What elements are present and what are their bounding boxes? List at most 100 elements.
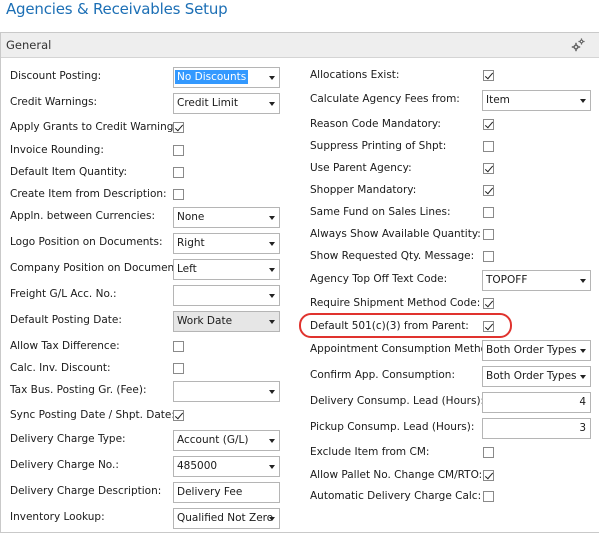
same-fund-on-sales-lines-checkbox[interactable] bbox=[483, 207, 494, 218]
discount-posting-label: Discount Posting: bbox=[10, 70, 102, 82]
fasttab-title: General bbox=[6, 38, 52, 52]
suppress-printing-of-shpt-checkbox[interactable] bbox=[483, 141, 494, 152]
exclude-item-from-cm-checkbox[interactable] bbox=[483, 447, 494, 458]
calc-inv-discount-checkbox[interactable] bbox=[173, 363, 184, 374]
chevron-down-icon[interactable] bbox=[269, 242, 275, 246]
chevron-down-icon[interactable] bbox=[269, 216, 275, 220]
confirm-app-consumption-value: Both Order Types bbox=[486, 370, 577, 382]
logo-position-on-documents-value: Right bbox=[177, 237, 205, 249]
calc-inv-discount-label: Calc. Inv. Discount: bbox=[10, 362, 111, 374]
calculate-agency-fees-from-select[interactable]: Item bbox=[482, 90, 591, 111]
logo-position-on-documents-select[interactable]: Right bbox=[173, 233, 280, 254]
always-show-available-quantity-label: Always Show Available Quantity: bbox=[310, 228, 481, 240]
gear-icon[interactable] bbox=[571, 38, 585, 52]
fasttab-header[interactable]: General bbox=[1, 33, 599, 58]
reason-code-mandatory-checkbox[interactable] bbox=[483, 119, 494, 130]
chevron-down-icon[interactable] bbox=[580, 99, 586, 103]
use-parent-agency-label: Use Parent Agency: bbox=[310, 162, 412, 174]
inventory-lookup-value: Qualified Not Zero bbox=[177, 512, 274, 524]
discount-posting-select[interactable]: No Discounts bbox=[173, 67, 280, 88]
show-requested-qty-message-label: Show Requested Qty. Message: bbox=[310, 250, 475, 262]
delivery-charge-description-label: Delivery Charge Description: bbox=[10, 485, 162, 497]
allow-pallet-no-change-cm-rto-checkbox[interactable] bbox=[483, 470, 494, 481]
default-posting-date-label: Default Posting Date: bbox=[10, 314, 122, 326]
allow-tax-difference-label: Allow Tax Difference: bbox=[10, 340, 120, 352]
chevron-down-icon[interactable] bbox=[269, 76, 275, 80]
delivery-charge-no-select[interactable]: 485000 bbox=[173, 456, 280, 477]
appln-between-currencies-value: None bbox=[177, 211, 205, 223]
delivery-consump-lead-hours-input[interactable]: 4 bbox=[482, 392, 591, 413]
inventory-lookup-select[interactable]: Qualified Not Zero bbox=[173, 508, 280, 529]
chevron-down-icon[interactable] bbox=[269, 320, 275, 324]
require-shipment-method-code-checkbox[interactable] bbox=[483, 298, 494, 309]
appointment-consumption-method-value: Both Order Types bbox=[486, 344, 577, 356]
credit-warnings-select[interactable]: Credit Limit bbox=[173, 93, 280, 114]
invoice-rounding-label: Invoice Rounding: bbox=[10, 144, 104, 156]
chevron-down-icon[interactable] bbox=[269, 465, 275, 469]
logo-position-on-documents-label: Logo Position on Documents: bbox=[10, 236, 163, 248]
pickup-consump-lead-hours-input[interactable]: 3 bbox=[482, 418, 591, 439]
default-posting-date-select[interactable]: Work Date bbox=[173, 311, 280, 332]
chevron-down-icon[interactable] bbox=[269, 294, 275, 298]
pickup-consump-lead-hours-label: Pickup Consump. Lead (Hours): bbox=[310, 421, 475, 433]
chevron-down-icon[interactable] bbox=[269, 439, 275, 443]
tax-bus-posting-gr-fee-label: Tax Bus. Posting Gr. (Fee): bbox=[10, 384, 147, 396]
sync-posting-date-shpt-date-checkbox[interactable] bbox=[173, 410, 184, 421]
company-position-on-documents-select[interactable]: Left bbox=[173, 259, 280, 280]
same-fund-on-sales-lines-label: Same Fund on Sales Lines: bbox=[310, 206, 451, 218]
apply-grants-to-credit-warning-label: Apply Grants to Credit Warning: bbox=[10, 121, 177, 133]
chevron-down-icon[interactable] bbox=[580, 279, 586, 283]
chevron-down-icon[interactable] bbox=[580, 375, 586, 379]
chevron-down-icon[interactable] bbox=[580, 349, 586, 353]
appln-between-currencies-select[interactable]: None bbox=[173, 207, 280, 228]
default-item-quantity-label: Default Item Quantity: bbox=[10, 166, 128, 178]
sync-posting-date-shpt-date-label: Sync Posting Date / Shpt. Date: bbox=[10, 409, 175, 421]
always-show-available-quantity-checkbox[interactable] bbox=[483, 229, 494, 240]
tax-bus-posting-gr-fee-select[interactable] bbox=[173, 381, 280, 402]
appointment-consumption-method-label: Appointment Consumption Method: bbox=[310, 343, 498, 355]
delivery-charge-type-select[interactable]: Account (G/L) bbox=[173, 430, 280, 451]
agency-top-off-text-code-value: TOPOFF bbox=[486, 274, 528, 286]
page-title: Agencies & Receivables Setup bbox=[6, 0, 228, 18]
appln-between-currencies-label: Appln. between Currencies: bbox=[10, 210, 155, 222]
highlight-oval bbox=[299, 313, 512, 338]
default-item-quantity-checkbox[interactable] bbox=[173, 167, 184, 178]
calculate-agency-fees-from-value: Item bbox=[486, 94, 510, 106]
chevron-down-icon[interactable] bbox=[269, 517, 275, 521]
invoice-rounding-checkbox[interactable] bbox=[173, 145, 184, 156]
delivery-charge-type-value: Account (G/L) bbox=[177, 434, 249, 446]
delivery-charge-description-value: Delivery Fee bbox=[177, 486, 243, 498]
allocations-exist-checkbox[interactable] bbox=[483, 70, 494, 81]
chevron-down-icon[interactable] bbox=[269, 102, 275, 106]
agency-top-off-text-code-select[interactable]: TOPOFF bbox=[482, 270, 591, 291]
delivery-charge-no-value: 485000 bbox=[177, 460, 218, 472]
appointment-consumption-method-select[interactable]: Both Order Types bbox=[482, 340, 591, 361]
discount-posting-value: No Discounts bbox=[175, 70, 249, 84]
show-requested-qty-message-checkbox[interactable] bbox=[483, 251, 494, 262]
allow-tax-difference-checkbox[interactable] bbox=[173, 341, 184, 352]
chevron-down-icon[interactable] bbox=[269, 390, 275, 394]
reason-code-mandatory-label: Reason Code Mandatory: bbox=[310, 118, 441, 130]
credit-warnings-label: Credit Warnings: bbox=[10, 96, 98, 108]
shopper-mandatory-checkbox[interactable] bbox=[483, 185, 494, 196]
default-posting-date-value: Work Date bbox=[177, 315, 233, 327]
delivery-charge-no-label: Delivery Charge No.: bbox=[10, 459, 119, 471]
automatic-delivery-charge-calc-label: Automatic Delivery Charge Calc: bbox=[310, 490, 482, 502]
freight-g-l-acc-no-label: Freight G/L Acc. No.: bbox=[10, 288, 117, 300]
create-item-from-description-checkbox[interactable] bbox=[173, 189, 184, 200]
agency-top-off-text-code-label: Agency Top Off Text Code: bbox=[310, 273, 448, 285]
exclude-item-from-cm-label: Exclude Item from CM: bbox=[310, 446, 430, 458]
delivery-consump-lead-hours-value: 4 bbox=[579, 396, 586, 408]
use-parent-agency-checkbox[interactable] bbox=[483, 163, 494, 174]
confirm-app-consumption-select[interactable]: Both Order Types bbox=[482, 366, 591, 387]
pickup-consump-lead-hours-value: 3 bbox=[579, 422, 586, 434]
freight-g-l-acc-no-select[interactable] bbox=[173, 285, 280, 306]
automatic-delivery-charge-calc-checkbox[interactable] bbox=[483, 491, 494, 502]
shopper-mandatory-label: Shopper Mandatory: bbox=[310, 184, 417, 196]
chevron-down-icon[interactable] bbox=[269, 268, 275, 272]
calculate-agency-fees-from-label: Calculate Agency Fees from: bbox=[310, 93, 460, 105]
delivery-charge-description-input[interactable]: Delivery Fee bbox=[173, 482, 280, 503]
apply-grants-to-credit-warning-checkbox[interactable] bbox=[173, 122, 184, 133]
company-position-on-documents-value: Left bbox=[177, 263, 197, 275]
suppress-printing-of-shpt-label: Suppress Printing of Shpt: bbox=[310, 140, 447, 152]
